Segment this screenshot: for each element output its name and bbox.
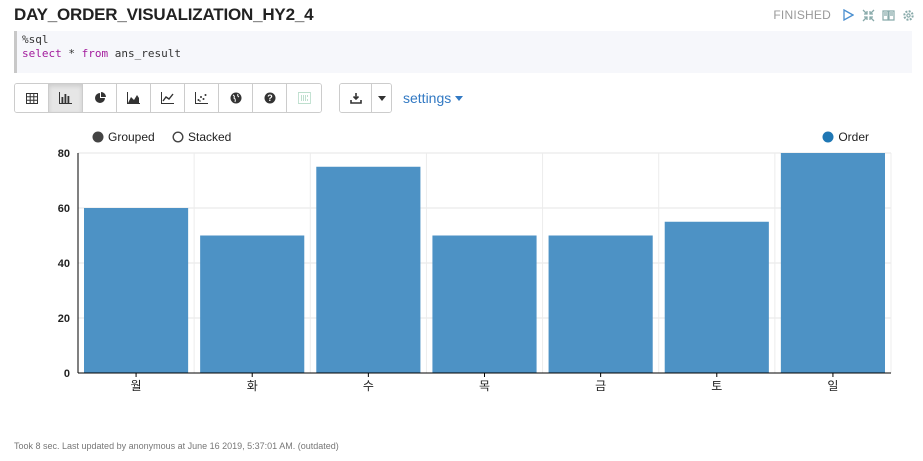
- gear-icon[interactable]: [901, 8, 915, 22]
- sql-table-name: ans_result: [108, 47, 181, 60]
- settings-toggle[interactable]: settings: [403, 90, 464, 106]
- pie-chart-icon: [94, 92, 106, 103]
- x-tick-label: 화: [247, 379, 258, 393]
- x-tick-label: 목: [479, 379, 490, 393]
- scatter-chart-button[interactable]: [185, 84, 219, 112]
- y-tick-label: 60: [58, 203, 70, 215]
- paragraph-title: DAY_ORDER_VISUALIZATION_HY2_4: [14, 5, 314, 24]
- download-icon: [349, 93, 362, 104]
- visualization-toolbar: ?: [14, 83, 322, 113]
- globe-icon: [230, 92, 241, 104]
- code-editor[interactable]: %sql select * from ans_result: [14, 31, 912, 73]
- table-icon: [25, 92, 38, 104]
- y-tick-label: 20: [58, 313, 70, 325]
- editor-line-1: %sql: [22, 33, 49, 46]
- bar-chart: 0 20 40 60 80 월 화 수 목 금 토 일: [58, 148, 892, 393]
- bar-chart-button[interactable]: [49, 84, 83, 112]
- bar: [664, 221, 769, 373]
- bar: [432, 235, 537, 373]
- sql-keyword-from: from: [81, 47, 109, 60]
- run-icon[interactable]: [841, 8, 855, 22]
- bar: [780, 153, 885, 373]
- network-button[interactable]: [287, 84, 321, 112]
- caret-down-icon: [455, 95, 464, 101]
- map-button[interactable]: [219, 84, 253, 112]
- help-icon: ?: [264, 92, 275, 104]
- pie-chart-button[interactable]: [83, 84, 117, 112]
- y-tick-label: 40: [58, 258, 70, 270]
- bar: [200, 235, 305, 373]
- area-chart-icon: [127, 92, 140, 104]
- help-button[interactable]: ?: [253, 84, 287, 112]
- bar: [316, 166, 421, 373]
- network-icon: [297, 92, 311, 104]
- collapse-icon[interactable]: [861, 8, 875, 22]
- sql-text: *: [61, 47, 82, 60]
- settings-label: settings: [403, 90, 452, 106]
- paragraph-status-bar: FINISHED: [773, 8, 915, 22]
- x-tick-label: 월: [131, 379, 142, 393]
- table-view-button[interactable]: [15, 84, 49, 112]
- line-chart-button[interactable]: [151, 84, 185, 112]
- caret-down-icon: [377, 95, 386, 101]
- x-tick-label: 수: [363, 379, 374, 393]
- download-group: [339, 83, 392, 113]
- bar: [548, 235, 653, 373]
- y-tick-label: 0: [64, 368, 70, 380]
- download-button[interactable]: [340, 84, 371, 112]
- x-tick-label: 토: [711, 379, 722, 393]
- area-chart-button[interactable]: [117, 84, 151, 112]
- x-tick-label: 금: [595, 379, 606, 393]
- download-dropdown-toggle[interactable]: [371, 84, 391, 112]
- bar: [84, 208, 189, 373]
- status-text: FINISHED: [773, 8, 831, 22]
- x-tick-label: 일: [827, 379, 838, 393]
- editor-line-2: select * from ans_result: [22, 47, 907, 61]
- y-tick-label: 80: [58, 148, 70, 160]
- book-icon[interactable]: [881, 8, 895, 22]
- line-chart-icon: [161, 92, 174, 104]
- paragraph-footer: Took 8 sec. Last updated by anonymous at…: [14, 441, 339, 451]
- svg-text:?: ?: [267, 93, 273, 103]
- scatter-chart-icon: [195, 92, 208, 104]
- sql-keyword-select: select: [22, 47, 62, 60]
- bar-chart-icon: [59, 92, 72, 104]
